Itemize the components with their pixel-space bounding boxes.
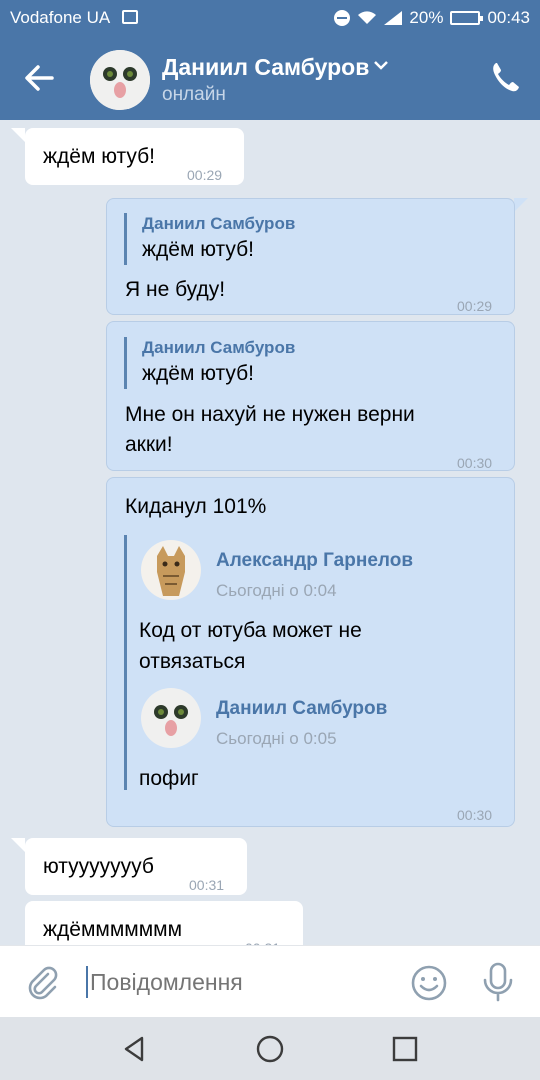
reply-quote[interactable]: Даниил Самбуров ждём ютуб! bbox=[124, 213, 295, 265]
battery-percent: 20% bbox=[409, 8, 444, 27]
bubble-tail bbox=[514, 198, 528, 212]
forward-author-avatar[interactable] bbox=[141, 688, 201, 748]
text-cursor bbox=[86, 966, 88, 998]
contact-avatar[interactable] bbox=[90, 50, 150, 110]
chat-header: Даниил Самбуров онлайн bbox=[0, 36, 540, 120]
phone-icon[interactable] bbox=[490, 60, 520, 94]
message-text: ждёммммммм bbox=[43, 918, 183, 941]
message-time: 00:29 bbox=[457, 298, 493, 314]
reply-quote[interactable]: Даниил Самбуров ждём ютуб! bbox=[124, 337, 295, 389]
forward-time: Сьогодні о 0:05 bbox=[216, 729, 337, 748]
reply-author: Даниил Самбуров bbox=[142, 338, 296, 357]
message-input[interactable] bbox=[90, 962, 390, 1002]
microphone-icon[interactable] bbox=[480, 962, 516, 1002]
wifi-icon bbox=[358, 11, 377, 24]
do-not-disturb-icon bbox=[334, 10, 351, 26]
message-text-line: Мне он нахуй не нужен верни bbox=[125, 403, 415, 426]
clock: 00:43 bbox=[487, 8, 530, 27]
contact-status: онлайн bbox=[162, 84, 226, 105]
message-time: 00:30 bbox=[457, 807, 493, 823]
bubble-tail bbox=[11, 838, 25, 852]
message-time: 00:30 bbox=[457, 455, 493, 471]
outgoing-message[interactable]: Даниил Самбуров ждём ютуб! Мне он нахуй … bbox=[106, 321, 515, 471]
nav-recent-apps-icon[interactable] bbox=[390, 1034, 420, 1064]
message-composer bbox=[0, 945, 540, 1018]
nav-home-icon[interactable] bbox=[255, 1034, 285, 1064]
message-text-line: акки! bbox=[125, 433, 173, 456]
emoji-icon[interactable] bbox=[410, 964, 448, 1002]
forward-author-name[interactable]: Даниил Самбуров bbox=[216, 694, 387, 724]
paperclip-icon[interactable] bbox=[24, 964, 60, 1000]
message-text: ждём ютуб! bbox=[43, 145, 155, 168]
incoming-message[interactable]: ждём ютуб! 00:29 bbox=[25, 128, 244, 185]
message-time: 00:29 bbox=[187, 167, 223, 183]
status-bar: Vodafone UA 20% 00:43 bbox=[0, 0, 540, 36]
message-list[interactable]: ждём ютуб! 00:29 Даниил Самбуров ждём ют… bbox=[0, 120, 540, 945]
outgoing-message[interactable]: Даниил Самбуров ждём ютуб! Я не буду! 00… bbox=[106, 198, 515, 315]
message-text: ютуууууууб bbox=[43, 855, 154, 878]
nav-back-icon[interactable] bbox=[120, 1034, 150, 1064]
forward-author-avatar[interactable] bbox=[141, 540, 201, 600]
chevron-down-icon[interactable] bbox=[372, 56, 390, 74]
contact-name[interactable]: Даниил Самбуров bbox=[162, 54, 369, 81]
incoming-message[interactable]: ждёммммммм 00:31 bbox=[25, 901, 303, 945]
forward-author-name[interactable]: Александр Гарнелов bbox=[216, 546, 413, 576]
bubble-tail bbox=[11, 128, 25, 142]
back-arrow-icon[interactable] bbox=[20, 58, 60, 98]
outgoing-message[interactable]: Киданул 101% Александр Гарнелов Сьогодні… bbox=[106, 477, 515, 827]
message-text: Я не буду! bbox=[125, 278, 226, 301]
carrier-label: Vodafone UA bbox=[10, 8, 111, 27]
forward-text-line: Код от ютуба может не bbox=[139, 619, 362, 642]
forward-time: Сьогодні о 0:04 bbox=[216, 581, 337, 600]
message-text: Киданул 101% bbox=[125, 495, 267, 518]
reply-text: ждём ютуб! bbox=[142, 238, 254, 261]
forward-text: пофиг bbox=[139, 767, 199, 790]
message-time: 00:31 bbox=[189, 877, 225, 893]
reply-author: Даниил Самбуров bbox=[142, 214, 296, 233]
reply-text: ждём ютуб! bbox=[142, 362, 254, 385]
forward-text-line: отвязаться bbox=[139, 650, 246, 673]
incoming-message[interactable]: ютуууууууб 00:31 bbox=[25, 838, 247, 895]
signal-icon bbox=[384, 11, 403, 25]
gallery-notification-icon bbox=[122, 10, 138, 24]
message-time: 00:31 bbox=[245, 933, 280, 945]
forwarded-messages[interactable]: Александр Гарнелов Сьогодні о 0:04 Код о… bbox=[124, 535, 507, 790]
system-navigation-bar bbox=[0, 1017, 540, 1080]
battery-icon bbox=[450, 11, 484, 25]
